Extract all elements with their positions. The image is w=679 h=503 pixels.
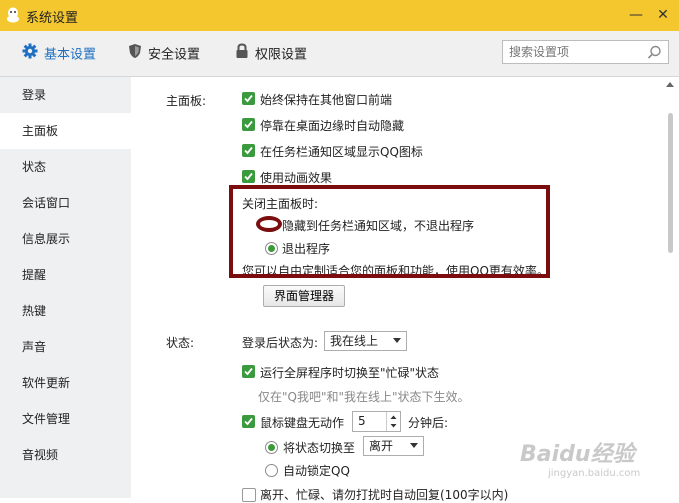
checkbox-idle[interactable] <box>242 415 255 428</box>
main-panel-section-label: 主面板: <box>166 94 207 108</box>
checkbox-auto-reply[interactable] <box>242 488 256 502</box>
sidebar-item-status[interactable]: 状态 <box>0 149 131 185</box>
title-bar: 系统设置 — ✕ <box>0 0 679 31</box>
search-box[interactable] <box>502 40 669 64</box>
option-auto-hide: 停靠在桌面边缘时自动隐藏 <box>260 119 405 133</box>
idle-suffix: 分钟后: <box>408 416 449 430</box>
baidu-watermark: Baidu经验 <box>520 442 635 467</box>
option-animation: 使用动画效果 <box>260 171 333 185</box>
tab-security-settings[interactable]: 安全设置 <box>128 43 200 65</box>
tab-label: 安全设置 <box>148 47 201 63</box>
sidebar-item-login[interactable]: 登录 <box>0 77 131 113</box>
select-value: 我在线上 <box>330 334 379 348</box>
tab-label: 权限设置 <box>255 47 308 63</box>
option-auto-lock: 自动锁定QQ <box>283 464 350 478</box>
search-icon[interactable] <box>647 45 662 60</box>
tab-permission-settings[interactable]: 权限设置 <box>235 43 307 65</box>
checkbox-animation[interactable] <box>242 170 255 183</box>
sidebar-item-file-management[interactable]: 文件管理 <box>0 401 131 437</box>
option-auto-reply: 离开、忙碌、请勿打扰时自动回复(100字以内) <box>260 488 509 502</box>
shield-icon <box>128 43 142 67</box>
radio-auto-lock[interactable] <box>265 464 278 477</box>
sidebar-item-sound[interactable]: 声音 <box>0 329 131 365</box>
search-input[interactable] <box>503 41 655 63</box>
window-title: 系统设置 <box>26 11 79 26</box>
after-login-status-select[interactable]: 我在线上 <box>324 331 407 351</box>
radio-switch-status[interactable] <box>265 441 278 454</box>
highlight-box-annotation <box>229 185 550 278</box>
qq-logo-icon <box>7 7 19 23</box>
settings-toolbar: 基本设置 安全设置 权限设置 <box>0 31 679 77</box>
sidebar-item-reminder[interactable]: 提醒 <box>0 257 131 293</box>
idle-minutes-stepper[interactable]: 5 <box>352 411 401 432</box>
chevron-down-icon <box>410 443 418 448</box>
stepper-arrows-icon[interactable] <box>386 412 400 431</box>
option-fullscreen-busy: 运行全屏程序时切换至"忙碌"状态 <box>260 366 440 380</box>
option-idle: 鼠标键盘无动作 <box>260 416 345 430</box>
chevron-down-icon <box>393 338 401 343</box>
option-switch-status: 将状态切换至 <box>283 441 356 455</box>
gear-icon <box>22 43 38 67</box>
minimize-button[interactable]: — <box>627 6 645 24</box>
watermark-url: jingyan.baidu.com <box>548 468 641 479</box>
settings-sidebar: 登录 主面板 状态 会话窗口 信息展示 提醒 热键 声音 软件更新 文件管理 音… <box>0 77 131 498</box>
tab-label: 基本设置 <box>44 47 97 63</box>
after-login-label: 登录后状态为: <box>242 336 319 350</box>
scroll-up-icon[interactable] <box>666 81 674 87</box>
option-always-on-top: 始终保持在其他窗口前端 <box>260 93 393 107</box>
sidebar-item-chat-window[interactable]: 会话窗口 <box>0 185 131 221</box>
status-section-label: 状态: <box>166 336 195 350</box>
option-tray-icon: 在任务栏通知区域显示QQ图标 <box>260 145 423 159</box>
highlight-oval-annotation <box>256 216 282 232</box>
select-value: 离开 <box>369 439 394 453</box>
switch-status-select[interactable]: 离开 <box>363 436 424 456</box>
sidebar-item-audio-video[interactable]: 音视频 <box>0 437 131 473</box>
idle-minutes-value: 5 <box>358 414 366 428</box>
tab-basic-settings[interactable]: 基本设置 <box>22 43 96 65</box>
checkbox-auto-hide[interactable] <box>242 118 255 131</box>
vertical-scrollbar[interactable] <box>661 77 679 498</box>
close-button[interactable]: ✕ <box>654 6 672 24</box>
sidebar-item-info-display[interactable]: 信息展示 <box>0 221 131 257</box>
checkbox-tray-icon[interactable] <box>242 144 255 157</box>
sidebar-item-main-panel[interactable]: 主面板 <box>0 113 131 149</box>
interface-manager-button[interactable]: 界面管理器 <box>263 285 345 307</box>
fullscreen-note: 仅在"Q我吧"和"我在线上"状态下生效。 <box>258 390 470 404</box>
lock-icon <box>235 43 249 67</box>
sidebar-item-software-update[interactable]: 软件更新 <box>0 365 131 401</box>
sidebar-item-hotkey[interactable]: 热键 <box>0 293 131 329</box>
scrollbar-thumb[interactable] <box>668 113 673 253</box>
checkbox-always-on-top[interactable] <box>242 92 255 105</box>
checkbox-fullscreen-busy[interactable] <box>242 365 255 378</box>
